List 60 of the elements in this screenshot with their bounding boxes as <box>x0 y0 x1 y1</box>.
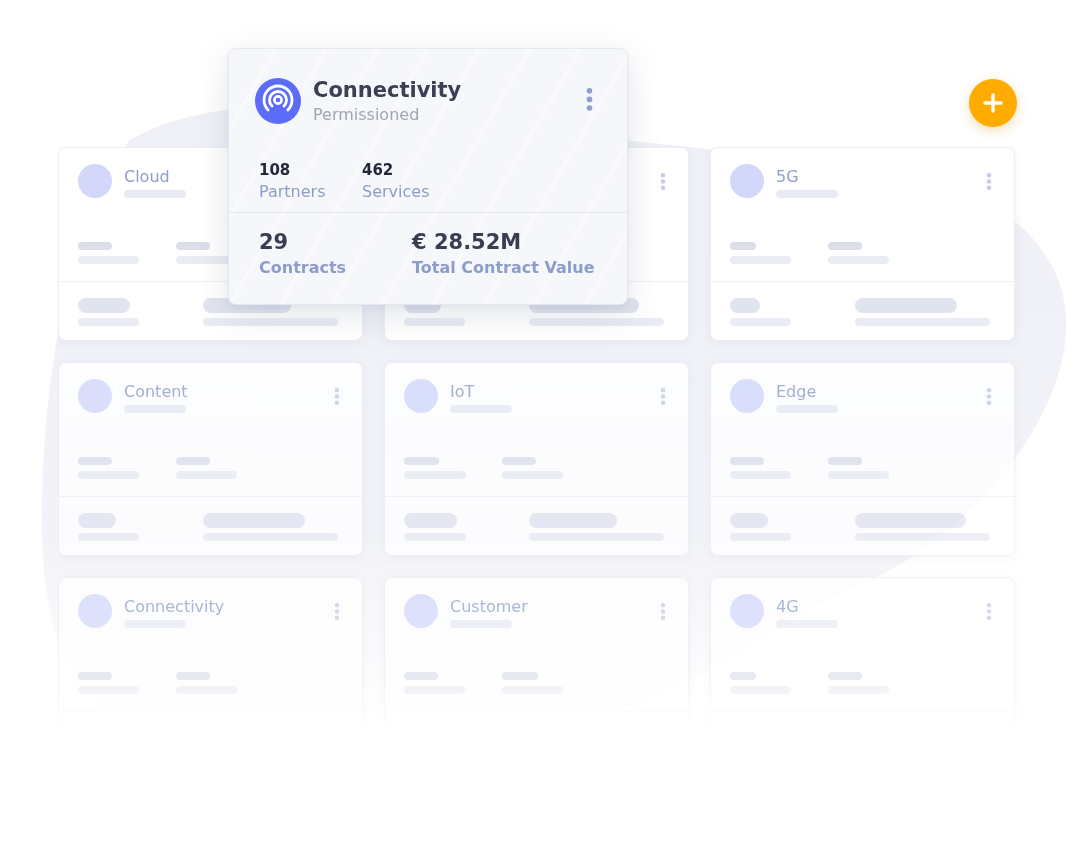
more-options-icon[interactable] <box>986 173 992 190</box>
placeholder-bar <box>828 457 862 465</box>
placeholder-bar <box>176 242 210 250</box>
total-label: Contracts <box>259 257 348 279</box>
more-options-icon[interactable] <box>986 388 992 405</box>
add-button[interactable] <box>969 79 1017 127</box>
avatar-icon <box>404 379 438 413</box>
card-title: Cloud <box>124 166 170 187</box>
placeholder-bar <box>78 513 116 528</box>
card-title: 4G <box>776 596 799 617</box>
placeholder-bar <box>176 672 210 680</box>
more-options-icon[interactable] <box>660 173 666 190</box>
placeholder-bar <box>828 672 862 680</box>
avatar-icon <box>78 594 112 628</box>
placeholder-bar <box>730 513 768 528</box>
card-title: Content <box>124 381 188 402</box>
placeholder-bar <box>78 672 112 680</box>
avatar-icon <box>730 164 764 198</box>
placeholder-bar <box>502 672 538 680</box>
placeholder-bar <box>404 513 457 528</box>
total-value: 29 <box>259 229 290 256</box>
more-options-icon[interactable] <box>660 388 666 405</box>
avatar-icon <box>404 594 438 628</box>
avatar-icon <box>730 594 764 628</box>
card-title: Connectivity <box>124 596 225 617</box>
avatar-icon <box>730 379 764 413</box>
card-title: Edge <box>776 381 817 402</box>
card-title: Connectivity <box>313 77 462 104</box>
broadcast-icon <box>255 78 301 124</box>
total-label: Total Contract Value <box>412 257 595 279</box>
placeholder-bar <box>78 298 130 313</box>
more-options-icon[interactable] <box>986 603 992 620</box>
placeholder-bar <box>404 457 439 465</box>
plus-icon <box>983 93 1003 113</box>
avatar-icon <box>78 164 112 198</box>
placeholder-bar <box>730 457 764 465</box>
card-subtitle: Permissioned <box>313 104 420 126</box>
placeholder-bar <box>730 242 756 250</box>
placeholder-bar <box>730 672 756 680</box>
total-value: € 28.52M <box>412 229 523 256</box>
card-title: 5G <box>776 166 799 187</box>
more-options-icon[interactable] <box>586 88 593 111</box>
placeholder-bar <box>502 457 536 465</box>
stat-value: 108 <box>259 160 292 181</box>
more-options-icon[interactable] <box>334 388 340 405</box>
placeholder-bar <box>78 242 112 250</box>
placeholder-bar <box>176 457 210 465</box>
placeholder-bar <box>828 242 862 250</box>
placeholder-bar <box>730 298 760 313</box>
placeholder-bar <box>404 318 465 326</box>
more-options-icon[interactable] <box>660 603 666 620</box>
card-title: IoT <box>450 381 475 402</box>
placeholder-bar <box>404 672 438 680</box>
stat-value: 462 <box>362 160 395 181</box>
avatar-icon <box>78 379 112 413</box>
stat-label: Partners <box>259 181 327 203</box>
stat-label: Services <box>362 181 430 203</box>
more-options-icon[interactable] <box>334 603 340 620</box>
placeholder-bar <box>78 457 112 465</box>
card-title: Customer <box>450 596 528 617</box>
